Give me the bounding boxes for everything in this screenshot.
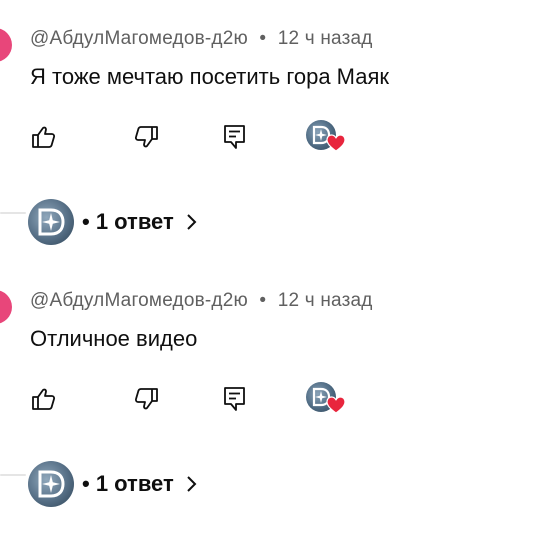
heart-icon <box>326 134 346 152</box>
reply-icon <box>224 387 245 411</box>
comment-meta: @АбдулМагомедов-д2ю • 12 ч назад <box>30 290 373 312</box>
chevron-right-icon <box>187 214 197 230</box>
channel-logo-icon <box>38 208 65 236</box>
dislike-icon <box>134 126 158 148</box>
thread-line <box>0 212 26 214</box>
thread-line <box>0 474 26 476</box>
dislike-button[interactable] <box>131 122 161 152</box>
channel-logo-icon <box>38 470 65 498</box>
comment-time: 12 ч назад <box>277 28 373 49</box>
like-button[interactable] <box>29 122 59 152</box>
reply-button[interactable] <box>220 122 250 152</box>
comment-item: @АбдулМагомедов-д2ю • 12 ч назад Отлично… <box>0 262 560 524</box>
replies-count: • 1 ответ <box>82 209 174 234</box>
meta-separator: • <box>259 290 267 311</box>
reply-avatar <box>28 461 74 507</box>
reply-icon <box>224 125 245 149</box>
replies-count: • 1 ответ <box>82 471 174 496</box>
dislike-button[interactable] <box>131 384 161 414</box>
comment-text: Я тоже мечтаю посетить гора Маяк <box>30 64 390 89</box>
comment-text: Отличное видео <box>30 326 198 351</box>
creator-heart-badge <box>306 380 348 418</box>
comment-item: @АбдулМагомедов-д2ю • 12 ч назад Я тоже … <box>0 0 560 262</box>
view-replies-button[interactable]: • 1 ответ <box>28 460 198 508</box>
like-icon <box>32 126 56 148</box>
like-icon <box>32 388 56 410</box>
creator-heart-badge <box>306 118 348 156</box>
comment-time: 12 ч назад <box>277 290 373 311</box>
comment-author[interactable]: @АбдулМагомедов-д2ю <box>30 28 248 49</box>
comment-meta: @АбдулМагомедов-д2ю • 12 ч назад <box>30 28 373 50</box>
chevron-right-icon <box>187 476 197 492</box>
author-avatar[interactable] <box>0 290 12 324</box>
meta-separator: • <box>259 28 267 49</box>
like-button[interactable] <box>29 384 59 414</box>
comment-author[interactable]: @АбдулМагомедов-д2ю <box>30 290 248 311</box>
reply-avatar <box>28 199 74 245</box>
author-avatar[interactable] <box>0 28 12 62</box>
dislike-icon <box>134 388 158 410</box>
view-replies-button[interactable]: • 1 ответ <box>28 198 198 246</box>
reply-button[interactable] <box>220 384 250 414</box>
heart-icon <box>326 396 346 414</box>
